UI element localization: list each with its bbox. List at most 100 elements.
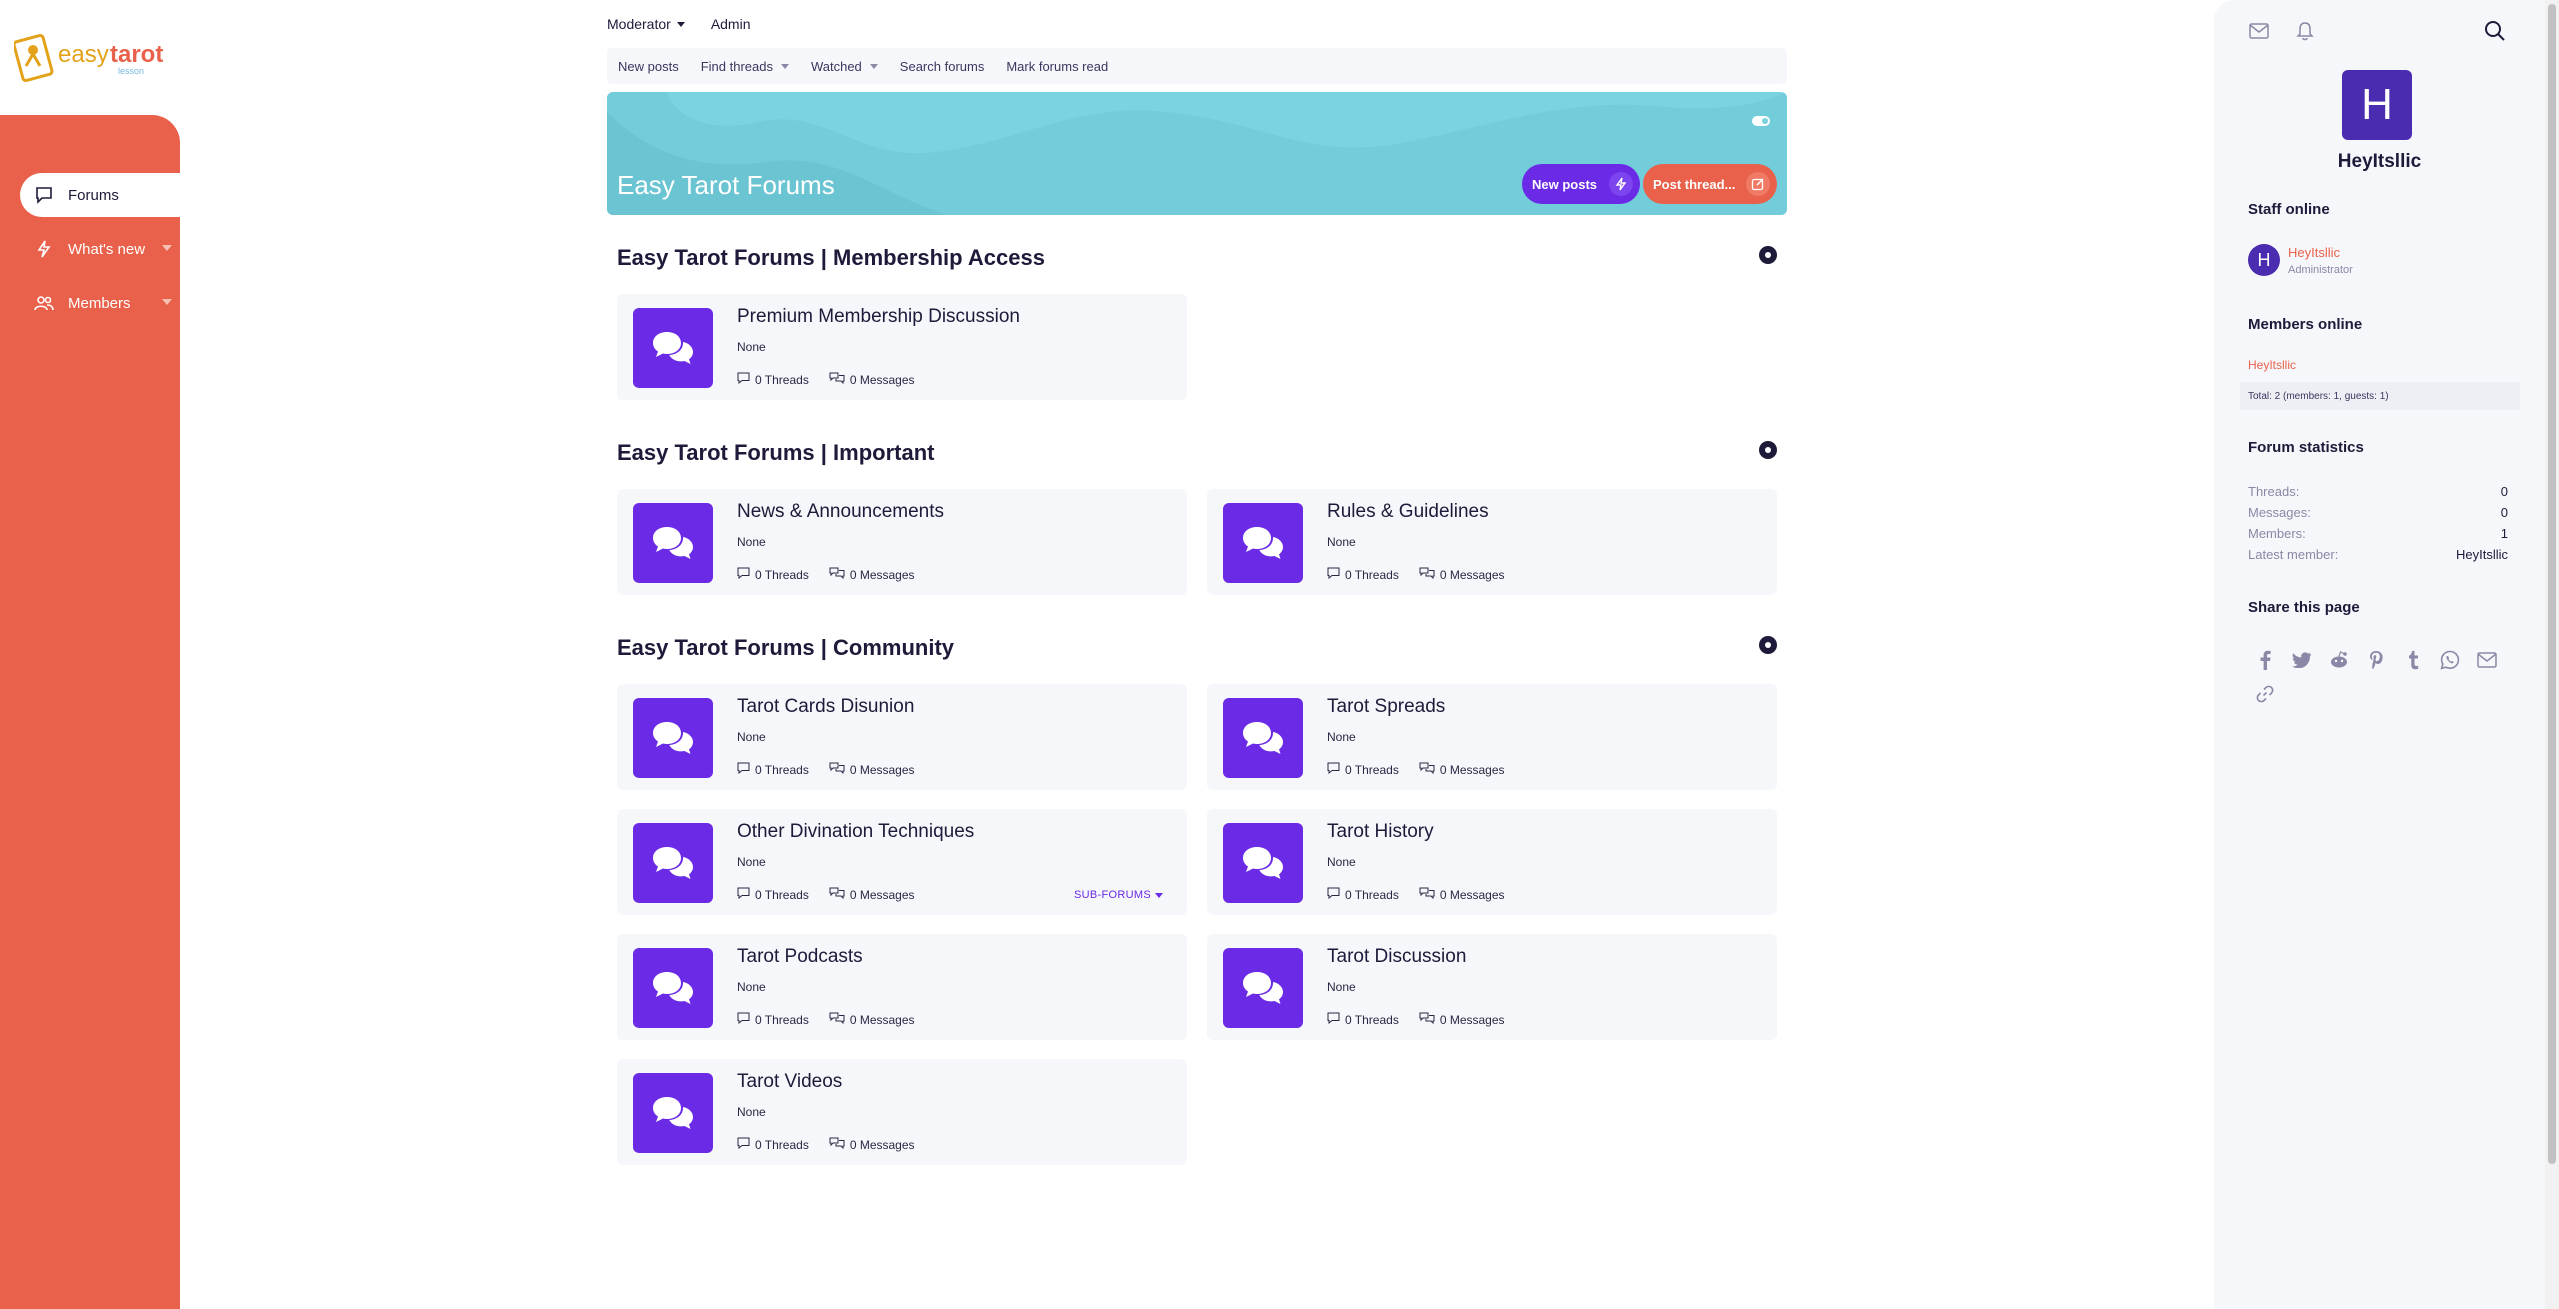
- watched-menu[interactable]: Watched: [811, 59, 878, 74]
- inbox-icon[interactable]: [2248, 20, 2270, 42]
- whatsapp-icon[interactable]: [2439, 649, 2461, 671]
- forum-stats: 0 Threads 0 Messages: [737, 567, 915, 582]
- section-title[interactable]: Easy Tarot Forums | Community: [617, 635, 954, 661]
- forum-title[interactable]: Tarot Spreads: [1327, 696, 1445, 718]
- message-count: 0 Messages: [849, 372, 915, 387]
- chevron-down-icon: [1155, 892, 1163, 898]
- mark-forums-read-link[interactable]: Mark forums read: [1006, 59, 1108, 74]
- forum-title[interactable]: Tarot History: [1327, 821, 1434, 843]
- forum-description: None: [1327, 730, 1356, 744]
- messages-icon: [829, 887, 845, 902]
- forum-description: None: [737, 855, 766, 869]
- forum-card[interactable]: Tarot Spreads None 0 Threads 0 Messages: [1207, 684, 1777, 790]
- forum-card[interactable]: Tarot Videos None 0 Threads 0 Messages: [617, 1059, 1187, 1165]
- find-threads-label: Find threads: [700, 58, 773, 74]
- forum-card[interactable]: Tarot Cards Disunion None 0 Threads 0 Me…: [617, 684, 1187, 790]
- messages-icon: [829, 1012, 845, 1027]
- moderator-label: Moderator: [607, 16, 671, 32]
- site-logo[interactable]: easy tarot lesson: [12, 28, 174, 84]
- search-icon[interactable]: [2484, 20, 2506, 42]
- staff-member-link[interactable]: HeyItsllic: [2288, 245, 2340, 260]
- watched-label: Watched: [810, 58, 862, 74]
- reddit-icon[interactable]: [2328, 649, 2350, 671]
- stat-row: Threads: 0: [2248, 484, 2508, 499]
- pinterest-icon[interactable]: [2365, 649, 2387, 671]
- sidebar-item-label: Members: [68, 294, 131, 312]
- forum-stats: 0 Threads 0 Messages: [1327, 567, 1505, 582]
- new-posts-link[interactable]: New posts: [618, 59, 679, 74]
- forum-title[interactable]: Tarot Cards Disunion: [737, 696, 914, 718]
- sidebar-item-forums[interactable]: Forums: [20, 173, 180, 217]
- stat-value: 0: [2500, 484, 2508, 499]
- message-count: 0 Messages: [1439, 567, 1505, 582]
- forum-description: None: [1327, 855, 1356, 869]
- bolt-icon: [34, 239, 54, 259]
- forum-card[interactable]: Rules & Guidelines None 0 Threads 0 Mess…: [1207, 489, 1777, 595]
- thread-count: 0 Threads: [1345, 1012, 1399, 1027]
- chevron-down-icon: [676, 21, 685, 27]
- staff-role: Administrator: [2288, 264, 2353, 276]
- sidebar-item-whats-new[interactable]: What's new: [20, 227, 180, 271]
- avatar[interactable]: H: [2342, 70, 2412, 140]
- forum-title[interactable]: News & Announcements: [737, 501, 944, 523]
- new-posts-button[interactable]: New posts: [1522, 164, 1640, 204]
- forum-statistics-heading: Forum statistics: [2248, 439, 2364, 456]
- forum-title[interactable]: Other Divination Techniques: [737, 821, 974, 843]
- email-icon[interactable]: [2476, 649, 2498, 671]
- tumblr-icon[interactable]: [2402, 649, 2424, 671]
- message-count: 0 Messages: [849, 567, 915, 582]
- chevron-down-icon[interactable]: [162, 299, 172, 305]
- collapse-toggle[interactable]: [1759, 636, 1777, 654]
- forum-card[interactable]: Tarot Podcasts None 0 Threads 0 Messages: [617, 934, 1187, 1040]
- thread-count: 0 Threads: [755, 1137, 809, 1152]
- find-threads-menu[interactable]: Find threads: [701, 59, 789, 74]
- forum-stats: 0 Threads 0 Messages: [737, 372, 915, 387]
- staff-avatar[interactable]: H: [2248, 244, 2280, 276]
- page-scrollbar[interactable]: [2545, 0, 2559, 1309]
- logo-text-tarot: tarot: [110, 41, 163, 68]
- forum-title[interactable]: Tarot Videos: [737, 1071, 842, 1093]
- scrollbar-thumb[interactable]: [2548, 4, 2556, 1164]
- username[interactable]: HeyItsllic: [2214, 151, 2545, 173]
- forum-card[interactable]: Tarot Discussion None 0 Threads 0 Messag…: [1207, 934, 1777, 1040]
- online-member-link[interactable]: HeyItsllic: [2248, 358, 2296, 372]
- messages-icon: [1419, 567, 1435, 582]
- bell-icon[interactable]: [2294, 20, 2316, 42]
- forum-description: None: [737, 535, 766, 549]
- collapse-toggle[interactable]: [1759, 441, 1777, 459]
- right-sidebar: H HeyItsllic Staff online H HeyItsllic A…: [2214, 0, 2545, 1309]
- sub-forums-toggle[interactable]: SUB-FORUMS: [1074, 889, 1163, 901]
- message-count: 0 Messages: [849, 762, 915, 777]
- forum-title[interactable]: Tarot Podcasts: [737, 946, 863, 968]
- chevron-down-icon[interactable]: [162, 245, 172, 251]
- search-forums-link[interactable]: Search forums: [900, 59, 985, 74]
- sidebar-item-members[interactable]: Members: [20, 281, 180, 325]
- new-posts-label: New posts: [1532, 176, 1598, 192]
- style-toggle[interactable]: [1752, 116, 1770, 126]
- link-icon[interactable]: [2254, 683, 2276, 705]
- collapse-toggle[interactable]: [1759, 246, 1777, 264]
- forum-title[interactable]: Premium Membership Discussion: [737, 306, 1020, 328]
- chat-bubbles-icon: [633, 823, 713, 903]
- share-heading: Share this page: [2248, 599, 2360, 616]
- post-thread-button[interactable]: Post thread...: [1643, 164, 1777, 204]
- forum-description: None: [737, 730, 766, 744]
- online-total: Total: 2 (members: 1, guests: 1): [2240, 382, 2520, 410]
- forum-title[interactable]: Tarot Discussion: [1327, 946, 1466, 968]
- section-title[interactable]: Easy Tarot Forums | Membership Access: [617, 245, 1045, 271]
- forum-title[interactable]: Rules & Guidelines: [1327, 501, 1489, 523]
- forum-card[interactable]: Other Divination Techniques None 0 Threa…: [617, 809, 1187, 915]
- forum-card[interactable]: Tarot History None 0 Threads 0 Messages: [1207, 809, 1777, 915]
- forum-description: None: [1327, 535, 1356, 549]
- forum-card[interactable]: News & Announcements None 0 Threads 0 Me…: [617, 489, 1187, 595]
- admin-link[interactable]: Admin: [711, 12, 751, 36]
- message-count: 0 Messages: [849, 1012, 915, 1027]
- forum-card[interactable]: Premium Membership Discussion None 0 Thr…: [617, 294, 1187, 400]
- latest-member-link[interactable]: HeyItsllic: [2456, 547, 2508, 562]
- chevron-down-icon: [869, 63, 878, 69]
- facebook-icon[interactable]: [2254, 649, 2276, 671]
- moderator-menu[interactable]: Moderator: [607, 12, 685, 36]
- chat-bubbles-icon: [1223, 948, 1303, 1028]
- twitter-icon[interactable]: [2291, 649, 2313, 671]
- section-title[interactable]: Easy Tarot Forums | Important: [617, 440, 934, 466]
